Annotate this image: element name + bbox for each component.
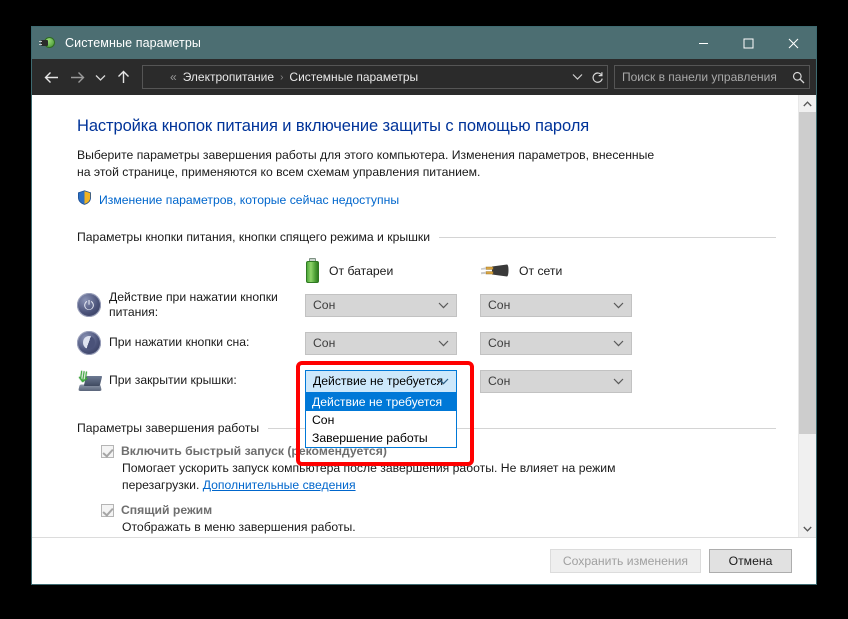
save-changes-button[interactable]: Сохранить изменения [550,549,701,573]
shutdown-section-title: Параметры завершения работы [77,421,268,435]
chevron-down-icon[interactable] [567,66,587,88]
close-button[interactable] [771,27,816,59]
laptop-lid-icon: ⤋ [77,370,109,392]
breadcrumb-overflow[interactable]: « [166,70,181,84]
chevron-down-icon [613,298,624,312]
scroll-down-button[interactable] [799,520,816,537]
scrollbar-track[interactable] [799,112,816,520]
more-info-link[interactable]: Дополнительные сведения [203,478,356,492]
sleep-button-ac-select[interactable]: Сон [480,332,632,355]
chevron-down-icon [613,336,624,350]
breadcrumb-item-0[interactable]: Электропитание [181,69,276,85]
scroll-up-button[interactable] [799,95,816,112]
search-box[interactable] [614,65,810,89]
dropdown-option-0[interactable]: Действие не требуется [306,393,456,411]
sleep-button-icon [77,331,109,355]
sleep-mode-checkbox[interactable] [101,504,114,517]
uac-link-label[interactable]: Изменение параметров, которые сейчас нед… [99,193,399,207]
cancel-button[interactable]: Отмена [709,549,792,573]
sleep-button-battery-value: Сон [313,336,335,350]
up-button[interactable] [110,64,136,90]
power-button-row-label: Действие при нажатии кнопки питания: [109,290,305,321]
power-button-battery-select[interactable]: Сон [305,294,457,317]
sleep-button-row-label: При нажатии кнопки сна: [109,335,305,351]
battery-column-header: От батареи [305,258,457,284]
chevron-down-icon [438,298,449,312]
maximize-button[interactable] [726,27,771,59]
window-title: Системные параметры [65,36,201,50]
sleep-button-battery-select[interactable]: Сон [305,332,457,355]
scrollbar-thumb[interactable] [799,112,816,434]
breadcrumb-separator: › [276,72,287,83]
breadcrumb-item-1[interactable]: Системные параметры [287,69,420,85]
battery-icon [305,258,320,284]
sleep-mode-row[interactable]: Спящий режим [77,503,776,517]
lid-close-row: ⤋ При закрытии крышки: Действие не требу… [77,362,776,400]
power-grid-header-row: От батареи [77,256,776,286]
chevron-down-icon [438,374,449,388]
back-button[interactable] [38,64,64,90]
battery-column-label: От батареи [329,264,393,278]
recent-locations-button[interactable] [90,64,110,90]
page-title: Настройка кнопок питания и включение защ… [77,117,776,136]
power-buttons-section-header: Параметры кнопки питания, кнопки спящего… [77,230,776,244]
lid-close-battery-value: Действие не требуется [313,374,443,388]
shield-icon [77,190,92,210]
page-description: Выберите параметры завершения работы для… [77,147,657,181]
power-buttons-section-title: Параметры кнопки питания, кнопки спящего… [77,230,439,244]
section-divider [439,237,776,238]
fast-startup-checkbox[interactable] [101,445,114,458]
fast-startup-description-text: Помогает ускорить запуск компьютера посл… [122,461,615,492]
lid-close-row-label: При закрытии крышки: [109,373,305,389]
sleep-button-row: При нажатии кнопки сна: Сон Сон [77,324,776,362]
dialog-footer: Сохранить изменения Отмена [32,537,816,584]
dropdown-option-1[interactable]: Сон [306,411,456,429]
uac-change-settings-link[interactable]: Изменение параметров, которые сейчас нед… [77,190,776,210]
chevron-down-icon [613,374,624,388]
sleep-button-ac-value: Сон [488,336,510,350]
content-area: Настройка кнопок питания и включение защ… [32,95,816,537]
power-button-icon [77,293,109,317]
ac-column-label: От сети [519,264,562,278]
system-settings-window: Системные параметры [31,26,817,585]
dropdown-option-2[interactable]: Завершение работы [306,429,456,447]
address-toolbar: « Электропитание › Системные параметры [32,59,816,95]
power-button-ac-value: Сон [488,298,510,312]
chevron-down-icon [438,336,449,350]
power-buttons-grid: От батареи [77,256,776,400]
breadcrumb: « Электропитание › Системные параметры [166,69,567,85]
lid-close-ac-value: Сон [488,374,510,388]
minimize-button[interactable] [681,27,726,59]
vertical-scrollbar[interactable] [798,95,816,537]
lid-close-ac-select[interactable]: Сон [480,370,632,393]
ac-column-header: От сети [480,262,632,280]
power-options-icon [146,70,161,85]
window-titlebar: Системные параметры [32,27,816,59]
sleep-mode-label: Спящий режим [121,503,212,517]
power-plug-icon [480,262,510,280]
sleep-mode-description: Отображать в меню завершения работы. [77,519,662,536]
power-button-battery-value: Сон [313,298,335,312]
power-button-row: Действие при нажатии кнопки питания: Сон [77,286,776,324]
refresh-icon[interactable] [587,66,607,88]
lid-close-battery-select[interactable]: Действие не требуется [305,370,457,393]
power-button-ac-select[interactable]: Сон [480,294,632,317]
settings-scroll-region: Настройка кнопок питания и включение защ… [32,95,798,537]
fast-startup-description: Помогает ускорить запуск компьютера посл… [77,460,662,494]
address-bar[interactable]: « Электропитание › Системные параметры [142,65,608,89]
search-input[interactable] [615,69,787,85]
lid-close-battery-dropdown-list[interactable]: Действие не требуется Сон Завершение раб… [305,393,457,448]
window-controls [681,27,816,59]
power-options-icon [41,35,57,51]
search-icon[interactable] [787,66,809,88]
forward-button[interactable] [64,64,90,90]
